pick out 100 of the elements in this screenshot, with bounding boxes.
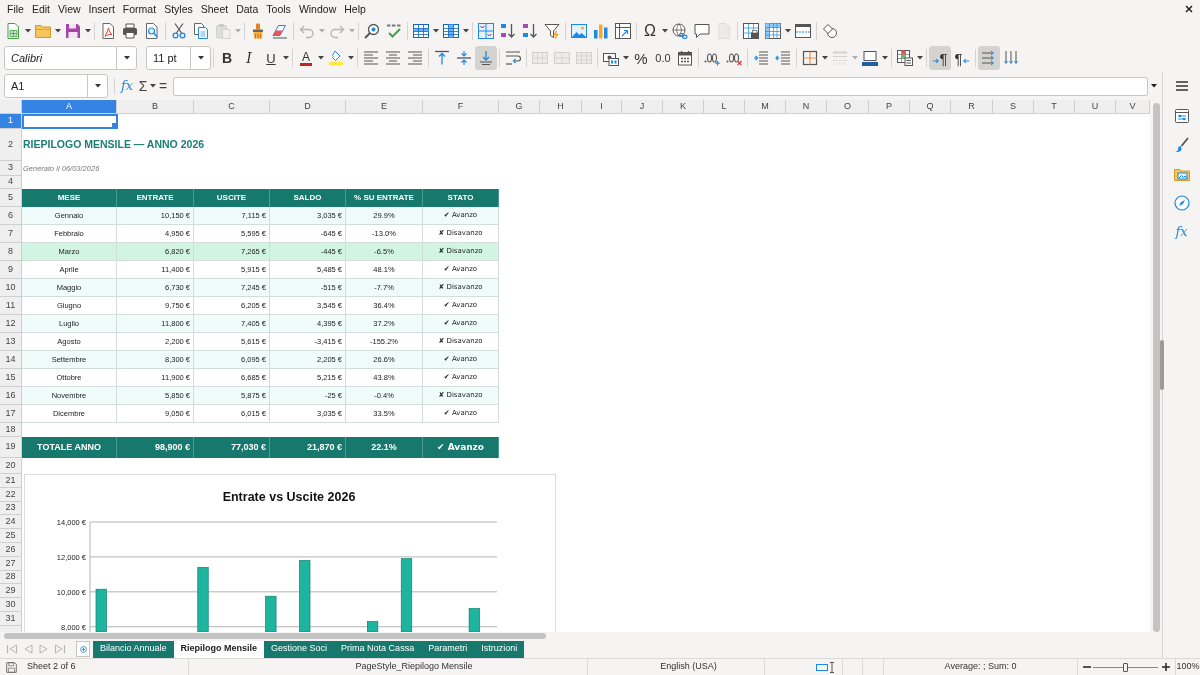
folder-icon bbox=[35, 23, 51, 39]
sheet-title: RIEPILOGO MENSILE — ANNO 2026 bbox=[22, 137, 205, 153]
menu-item[interactable]: Styles bbox=[160, 0, 197, 18]
column-header[interactable]: M bbox=[745, 100, 786, 114]
number-button[interactable]: 0.0 bbox=[652, 46, 674, 70]
menu-item[interactable]: Tools bbox=[262, 0, 295, 18]
fontcolor-button[interactable]: A bbox=[295, 46, 317, 70]
menu-item[interactable]: Format bbox=[118, 0, 161, 18]
horizontal-scroll-thumb[interactable] bbox=[4, 633, 546, 639]
italic-button[interactable]: I bbox=[238, 46, 260, 70]
menu-item[interactable]: View bbox=[54, 0, 85, 18]
font-name-field[interactable]: Calibri bbox=[4, 46, 137, 70]
column-header[interactable]: K bbox=[663, 100, 704, 114]
plus-icon bbox=[1162, 663, 1170, 671]
column-header[interactable]: B bbox=[117, 100, 194, 114]
sheet-tab[interactable]: Riepilogo Mensile bbox=[173, 640, 265, 658]
column-header[interactable]: N bbox=[786, 100, 827, 114]
row-header[interactable]: 3 bbox=[0, 161, 21, 176]
row-header[interactable]: 31 bbox=[0, 612, 21, 626]
row-header[interactable]: 29 bbox=[0, 584, 21, 598]
bold-button[interactable]: B bbox=[216, 46, 238, 70]
total-cell: ✔ Avanzo bbox=[423, 437, 499, 458]
total-cell: TOTALE ANNO bbox=[22, 437, 117, 458]
name-box[interactable]: A1 bbox=[4, 74, 108, 98]
zoom-in-button[interactable] bbox=[1159, 660, 1173, 674]
column-header[interactable]: Q bbox=[910, 100, 951, 114]
triangle-bar-right-icon bbox=[54, 643, 66, 655]
column-header[interactable]: O bbox=[827, 100, 869, 114]
caret-down-icon bbox=[197, 56, 204, 60]
menu-item[interactable]: Sheet bbox=[196, 0, 233, 18]
rtl-button[interactable]: ¶ bbox=[951, 46, 973, 70]
align-right-icon bbox=[407, 50, 423, 66]
border-color-icon bbox=[862, 50, 878, 66]
column-header[interactable]: C bbox=[194, 100, 270, 114]
menu-item[interactable]: Data bbox=[232, 0, 263, 18]
align-center-icon bbox=[385, 50, 401, 66]
funnel-icon bbox=[544, 23, 560, 39]
column-header[interactable]: D bbox=[270, 100, 346, 114]
column-header[interactable]: A bbox=[22, 100, 117, 114]
column-header[interactable]: P bbox=[869, 100, 910, 114]
column-header[interactable]: J bbox=[622, 100, 663, 114]
row-header[interactable]: 25 bbox=[0, 529, 21, 543]
column-header[interactable]: F bbox=[423, 100, 499, 114]
caret-down-icon bbox=[25, 29, 31, 33]
checkmark-icon bbox=[386, 23, 402, 39]
caret-down-icon bbox=[348, 56, 354, 60]
sidebar-grip[interactable] bbox=[1160, 340, 1164, 390]
column-header[interactable]: R bbox=[951, 100, 993, 114]
zoom-percent[interactable]: 100% bbox=[1176, 660, 1200, 674]
add-sheet-button[interactable] bbox=[76, 641, 90, 657]
menu-item[interactable]: Insert bbox=[84, 0, 119, 18]
eraser-icon bbox=[272, 23, 288, 39]
row-header[interactable]: 21 bbox=[0, 474, 21, 488]
menu-item[interactable]: Help bbox=[340, 0, 370, 18]
formula-input[interactable] bbox=[173, 76, 1148, 96]
row-header[interactable]: 1 bbox=[0, 114, 21, 129]
align-top-icon bbox=[434, 50, 450, 66]
formula-button[interactable]: = bbox=[157, 75, 169, 97]
ltr-button[interactable]: ¶ bbox=[929, 46, 951, 70]
caret-down-icon bbox=[235, 29, 241, 33]
underline-button[interactable]: U bbox=[260, 46, 282, 70]
row-header[interactable]: 4 bbox=[0, 176, 21, 189]
caret-down-icon bbox=[150, 84, 156, 88]
menu-icon bbox=[1173, 78, 1190, 94]
row-header[interactable]: 18 bbox=[0, 423, 21, 437]
column-header[interactable]: U bbox=[1075, 100, 1116, 114]
row-header[interactable]: 28 bbox=[0, 571, 21, 584]
row-header[interactable]: 30 bbox=[0, 598, 21, 612]
page-style[interactable]: PageStyle_Riepilogo Mensile bbox=[355, 660, 473, 674]
vertical-scroll-thumb[interactable] bbox=[1152, 103, 1160, 632]
horizontal-button[interactable] bbox=[978, 46, 1000, 70]
row-header[interactable]: 24 bbox=[0, 515, 21, 529]
row-header[interactable]: 26 bbox=[0, 543, 21, 557]
speech-bubble-icon bbox=[694, 23, 710, 39]
frozen-grid-icon bbox=[765, 23, 781, 39]
column-header[interactable]: T bbox=[1034, 100, 1075, 114]
indent-icon bbox=[753, 50, 769, 66]
slider-thumb[interactable] bbox=[1123, 662, 1128, 672]
column-header[interactable]: S bbox=[993, 100, 1034, 114]
autosum-button[interactable]: Σ bbox=[137, 75, 149, 97]
selection-summary: Average: ; Sum: 0 bbox=[944, 660, 1017, 674]
column-header[interactable]: E bbox=[346, 100, 423, 114]
menu-item[interactable]: Edit bbox=[27, 0, 54, 18]
total-cell: 22.1% bbox=[346, 437, 423, 458]
row-header[interactable]: 27 bbox=[0, 557, 21, 571]
column-header[interactable]: H bbox=[540, 100, 582, 114]
font-size-field[interactable]: 11 pt bbox=[146, 46, 211, 70]
menu-item[interactable]: File bbox=[3, 0, 28, 18]
column-header[interactable]: I bbox=[582, 100, 622, 114]
scissors-icon bbox=[171, 23, 187, 39]
menu-item[interactable]: Window bbox=[294, 0, 341, 18]
column-header[interactable]: G bbox=[499, 100, 540, 114]
row-header[interactable]: 23 bbox=[0, 502, 21, 515]
language[interactable]: English (USA) bbox=[660, 660, 717, 674]
percent-button[interactable]: % bbox=[630, 46, 652, 70]
print-area-icon bbox=[743, 23, 759, 39]
column-header[interactable]: V bbox=[1116, 100, 1150, 114]
column-header[interactable]: L bbox=[704, 100, 745, 114]
symbol-button[interactable]: Ω bbox=[639, 19, 661, 43]
row-header[interactable]: 22 bbox=[0, 488, 21, 502]
